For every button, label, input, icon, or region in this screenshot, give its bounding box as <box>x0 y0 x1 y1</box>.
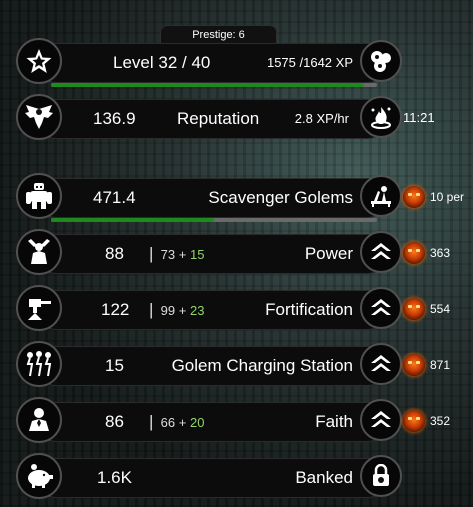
power-upgrade-button[interactable] <box>360 231 402 273</box>
power-plus: + <box>178 247 187 262</box>
banked-value: 1.6K <box>97 468 132 487</box>
level-bar: Level 32 / 40 1575 /1642 XP <box>36 43 388 87</box>
fortification-breakdown: | 99 + 23 <box>149 300 205 319</box>
lightning-rods-icon <box>16 341 62 387</box>
chevron-up-icon <box>371 243 391 259</box>
golems-cost: 10 per <box>403 186 464 208</box>
reputation-value: 136.9 <box>93 109 136 128</box>
demon-face-icon <box>403 410 425 432</box>
golems-bar: 471.4 Scavenger Golems <box>36 178 388 222</box>
orbs-icon[interactable] <box>360 40 402 82</box>
power-breakdown: | 73 + 15 <box>149 244 205 263</box>
faith-bonus: 20 <box>189 415 205 430</box>
flame-icon[interactable] <box>360 96 402 138</box>
eagle-icon <box>16 94 62 140</box>
level-progress-track <box>51 83 377 87</box>
station-value: 15 <box>105 356 124 375</box>
faith-cost: 352 <box>403 410 450 432</box>
fortification-label: Fortification <box>265 300 353 319</box>
power-cost: 363 <box>403 242 450 264</box>
golems-label: Scavenger Golems <box>208 188 353 207</box>
padlock-icon[interactable] <box>360 455 402 497</box>
fortification-bonus: 23 <box>189 303 205 318</box>
golems-progress-track <box>51 218 377 222</box>
prestige-label: Prestige: 6 <box>160 25 277 44</box>
fortification-plus: + <box>178 303 187 318</box>
faith-upgrade-button[interactable] <box>360 399 402 441</box>
station-bar: 15 Golem Charging Station <box>36 346 388 386</box>
faith-cost-value: 352 <box>430 414 451 428</box>
station-cost: 871 <box>403 354 450 376</box>
banked-bar: 1.6K Banked <box>36 458 388 498</box>
reputation-bar: 136.9 Reputation 2.8 XP/hr <box>36 99 388 139</box>
reputation-label: Reputation <box>177 109 260 128</box>
fortification-bar: 122 | 99 + 23 Fortification <box>36 290 388 330</box>
prayer-icon <box>16 397 62 443</box>
power-value: 88 <box>105 244 124 263</box>
fortification-cost: 554 <box>403 298 450 320</box>
demon-face-icon <box>403 298 425 320</box>
fortification-value: 122 <box>101 300 130 319</box>
faith-breakdown: | 66 + 20 <box>149 412 205 431</box>
faith-plus: + <box>178 415 187 430</box>
fortification-upgrade-button[interactable] <box>360 287 402 329</box>
demon-face-icon <box>403 242 425 264</box>
demon-face-icon <box>403 186 425 208</box>
power-base: 73 <box>160 247 176 262</box>
station-upgrade-button[interactable] <box>360 343 402 385</box>
xp-readout: 1575 /1642 XP <box>266 55 353 70</box>
power-bar: 88 | 73 + 15 Power <box>36 234 388 274</box>
reputation-rate: 2.8 XP/hr <box>294 111 349 126</box>
faith-bar: 86 | 66 + 20 Faith <box>36 402 388 442</box>
chevron-up-icon <box>371 411 391 427</box>
level-progress-fill <box>51 83 364 87</box>
golems-value: 471.4 <box>93 188 136 207</box>
turret-icon <box>16 285 62 331</box>
power-label: Power <box>304 244 353 263</box>
banked-label: Banked <box>295 468 353 487</box>
demon-face-icon <box>403 354 425 376</box>
fortification-base: 99 <box>160 303 176 318</box>
power-bonus: 15 <box>189 247 205 262</box>
chevron-up-icon <box>371 355 391 371</box>
golems-cost-value: 10 per <box>430 190 465 204</box>
faith-base: 66 <box>160 415 176 430</box>
fortification-cost-value: 554 <box>430 302 451 316</box>
golems-progress-fill <box>51 218 214 222</box>
ritual-timer: 11:21 <box>403 110 435 125</box>
station-label: Golem Charging Station <box>171 356 353 375</box>
salvage-icon[interactable] <box>360 175 402 217</box>
power-cost-value: 363 <box>430 246 451 260</box>
level-label: Level 32 / 40 <box>113 53 211 72</box>
strength-icon <box>16 229 62 275</box>
golem-icon <box>16 173 62 219</box>
faith-label: Faith <box>315 412 353 431</box>
piggy-bank-icon <box>16 453 62 499</box>
station-cost-value: 871 <box>430 358 451 372</box>
star-icon <box>16 38 62 84</box>
chevron-up-icon <box>371 299 391 315</box>
faith-value: 86 <box>105 412 124 431</box>
